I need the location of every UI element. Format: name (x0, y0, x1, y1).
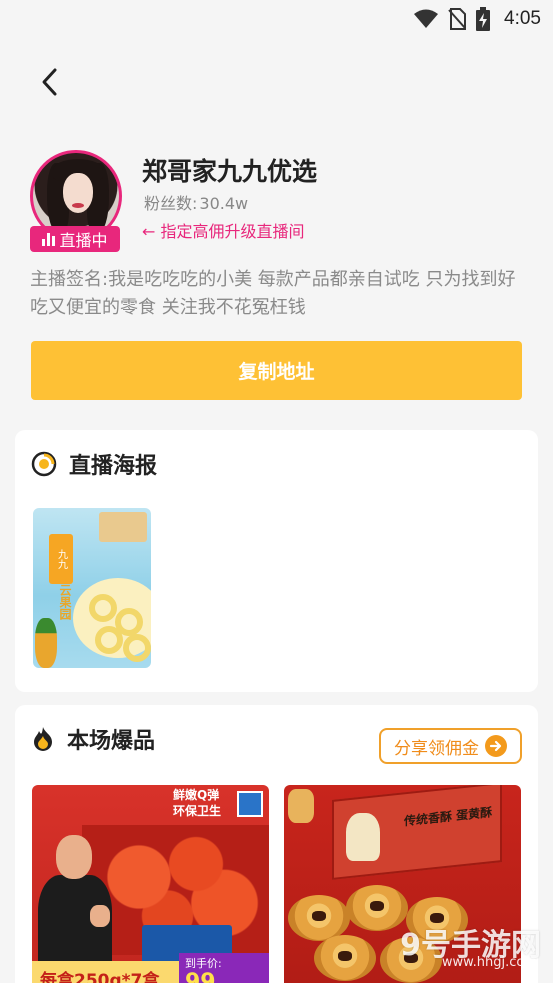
back-button[interactable] (30, 62, 70, 102)
upgrade-link[interactable]: ← 指定高佣升级直播间 (142, 218, 305, 242)
product-tagline: 鲜嫩Q弹 环保卫生 (173, 788, 222, 818)
clock-time: 4:05 (504, 8, 541, 29)
product-card-crawfish[interactable]: 鲜嫩Q弹 环保卫生 每盒250g*7盒 到手价: 99 (32, 785, 269, 983)
flame-icon (34, 727, 52, 751)
brand-logo (237, 791, 263, 817)
anchor-signature: 主播签名:我是吃吃吃的小美 每款产品都亲自试吃 只为找到好吃又便宜的零食 关注我… (30, 269, 516, 318)
poster-section-header: 直播海报 (31, 448, 157, 480)
status-bar: 4:05 (0, 0, 553, 38)
tiger-mascot-icon (288, 789, 314, 823)
poster-section-title: 直播海报 (69, 454, 158, 479)
poster-text: 云果园 (58, 584, 72, 620)
price-label: 到手价: (185, 957, 222, 970)
hot-section-title: 本场爆品 (67, 729, 156, 754)
price-box: 到手价: 99 (179, 953, 269, 983)
pastry-image (314, 935, 376, 981)
wifi-icon (414, 9, 439, 29)
poster-tag: 九九 (49, 534, 73, 584)
share-commission-button[interactable]: 分享领佣金 (379, 728, 522, 764)
box-label: 传统香酥 蛋黄酥 (404, 805, 493, 829)
watermark-url: www.hhgj.com (441, 955, 537, 970)
price-value: 99 (185, 970, 216, 983)
hot-section-header: 本场爆品 (31, 723, 155, 755)
fans-label: 粉丝数: (144, 194, 198, 213)
avatar-container[interactable]: 直播中 (30, 150, 122, 252)
battery-charging-icon (476, 7, 491, 31)
share-button-label: 分享领佣金 (394, 738, 479, 759)
pastry-image (346, 885, 408, 931)
live-bars-icon (42, 232, 56, 246)
pastry-image (288, 895, 350, 941)
opera-figure-image (346, 813, 380, 861)
arrow-right-icon (485, 735, 507, 757)
poster-card: 直播海报 九九 云果园 (15, 430, 538, 692)
live-poster-image[interactable]: 九九 云果园 (33, 508, 151, 668)
anchor-name: 郑哥家九九优选 (142, 157, 318, 186)
product-quantity: 每盒250g*7盒 (40, 970, 160, 983)
anchor-profile: 直播中 郑哥家九九优选 粉丝数: 30.4w ← 指定高佣升级直播间 (30, 150, 530, 260)
live-status-badge: 直播中 (30, 226, 120, 252)
fans-value: 30.4w (199, 194, 249, 213)
live-badge-label: 直播中 (59, 231, 108, 250)
fans-count: 粉丝数: 30.4w (142, 190, 248, 214)
live-signal-icon (31, 451, 57, 477)
copy-address-button[interactable]: 复制地址 (31, 341, 522, 400)
no-sim-icon (448, 8, 467, 30)
chevron-left-icon (42, 68, 57, 96)
